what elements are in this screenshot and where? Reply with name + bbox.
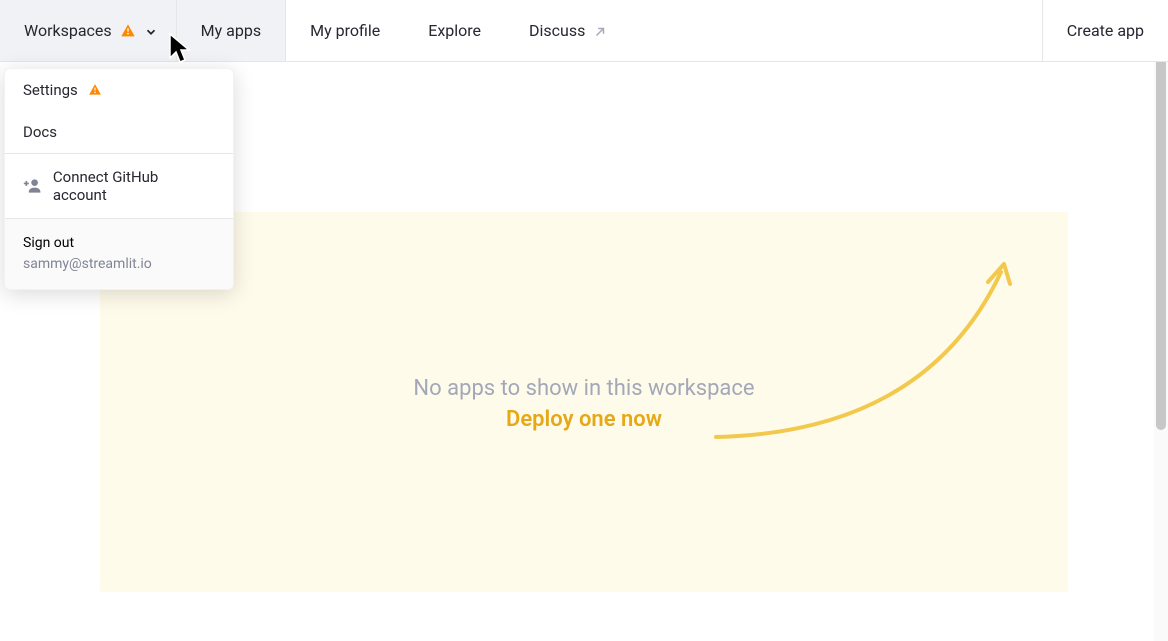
nav-workspaces[interactable]: Workspaces <box>0 0 177 61</box>
dropdown-sign-out[interactable]: Sign out sammy@streamlit.io <box>5 219 233 289</box>
nav-left-group: Workspaces My apps My profile Explore Di… <box>0 0 631 61</box>
dropdown-connect-github-label: Connect GitHub account <box>53 168 215 204</box>
create-app-label: Create app <box>1067 21 1144 40</box>
nav-my-apps-label: My apps <box>201 21 261 40</box>
create-app-button[interactable]: Create app <box>1042 0 1168 61</box>
warning-icon <box>88 83 102 97</box>
empty-state-message: No apps to show in this workspace <box>100 376 1068 401</box>
workspaces-dropdown: Settings Docs Connect GitHub account Sig… <box>4 68 234 290</box>
nav-right-group: Create app <box>1042 0 1168 61</box>
dropdown-connect-github[interactable]: Connect GitHub account <box>5 154 233 218</box>
top-navigation: Workspaces My apps My profile Explore Di… <box>0 0 1168 62</box>
scrollbar-thumb[interactable] <box>1156 0 1166 430</box>
nav-my-apps[interactable]: My apps <box>177 0 286 61</box>
nav-discuss-label: Discuss <box>529 21 585 40</box>
nav-discuss[interactable]: Discuss <box>505 0 631 61</box>
warning-icon <box>120 23 136 39</box>
dropdown-settings-label: Settings <box>23 81 78 99</box>
nav-explore-label: Explore <box>428 21 481 40</box>
dropdown-settings[interactable]: Settings <box>5 69 233 111</box>
user-email: sammy@streamlit.io <box>23 254 215 275</box>
dropdown-docs-label: Docs <box>23 123 57 141</box>
sign-out-label: Sign out <box>23 233 215 254</box>
deploy-now-link[interactable]: Deploy one now <box>100 407 1068 432</box>
empty-state-text: No apps to show in this workspace Deploy… <box>100 376 1068 432</box>
external-link-icon <box>593 24 607 38</box>
nav-workspaces-label: Workspaces <box>24 21 112 40</box>
nav-my-profile[interactable]: My profile <box>286 0 404 61</box>
nav-my-profile-label: My profile <box>310 21 380 40</box>
chevron-down-icon <box>144 24 158 38</box>
person-add-icon <box>23 176 43 196</box>
dropdown-docs[interactable]: Docs <box>5 111 233 153</box>
empty-state-panel: No apps to show in this workspace Deploy… <box>100 212 1068 592</box>
vertical-scrollbar[interactable] <box>1154 0 1168 641</box>
nav-explore[interactable]: Explore <box>404 0 505 61</box>
